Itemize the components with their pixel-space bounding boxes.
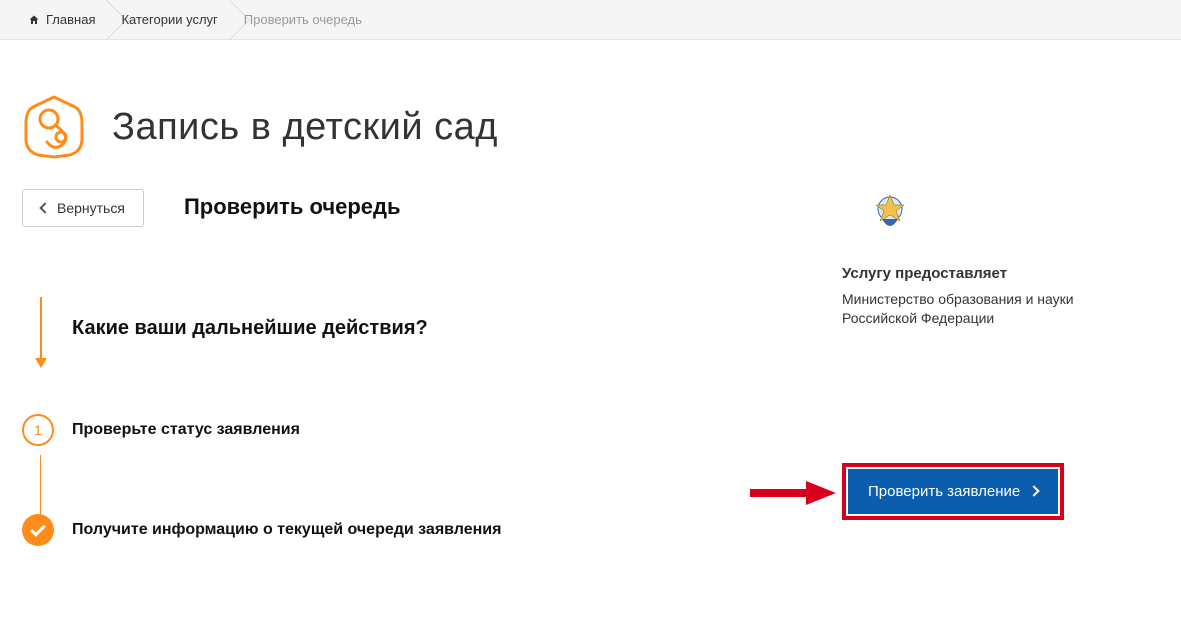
breadcrumb-label: Главная (46, 12, 95, 27)
check-icon (30, 521, 46, 537)
page-header: Запись в детский сад (0, 40, 1181, 189)
chevron-left-icon (39, 202, 50, 213)
step-text: Получите информацию о текущей очереди за… (72, 521, 501, 539)
cta-wrap: Проверить заявление (842, 463, 1112, 520)
arrow-down-icon (40, 297, 42, 362)
pacifier-icon (22, 95, 86, 159)
home-icon (28, 14, 40, 26)
check-application-button[interactable]: Проверить заявление (848, 469, 1058, 514)
back-button-label: Вернуться (57, 200, 125, 216)
cta-label: Проверить заявление (868, 483, 1020, 500)
steps-area: Какие ваши дальнейшие действия? 1 Провер… (22, 317, 742, 550)
step-1: 1 Проверьте статус заявления (72, 410, 742, 450)
provider-label: Услугу предоставляет (842, 265, 1007, 282)
back-button[interactable]: Вернуться (22, 189, 144, 227)
step-2: Получите информацию о текущей очереди за… (72, 510, 742, 550)
chevron-right-icon (1029, 486, 1040, 497)
breadcrumb-label: Категории услуг (121, 12, 217, 27)
step-text: Проверьте статус заявления (72, 421, 300, 439)
breadcrumb-current: Проверить очередь (236, 0, 380, 39)
page-title: Запись в детский сад (112, 106, 498, 149)
steps-question: Какие ваши дальнейшие действия? (72, 317, 742, 340)
breadcrumb-label: Проверить очередь (244, 12, 362, 27)
step-number-icon: 1 (22, 414, 54, 446)
provider-name: Министерство образования и науки Российс… (842, 290, 1112, 328)
step-check-icon (22, 514, 54, 546)
cta-highlight: Проверить заявление (842, 463, 1064, 520)
provider-box: Услугу предоставляет Министерство образо… (842, 189, 1112, 328)
breadcrumb: Главная Категории услуг Проверить очеред… (0, 0, 1181, 40)
subheading: Проверить очередь (184, 194, 401, 220)
red-arrow-icon (750, 481, 836, 505)
ministry-emblem-icon (870, 189, 910, 235)
breadcrumb-home[interactable]: Главная (20, 0, 113, 39)
breadcrumb-categories[interactable]: Категории услуг (113, 0, 235, 39)
